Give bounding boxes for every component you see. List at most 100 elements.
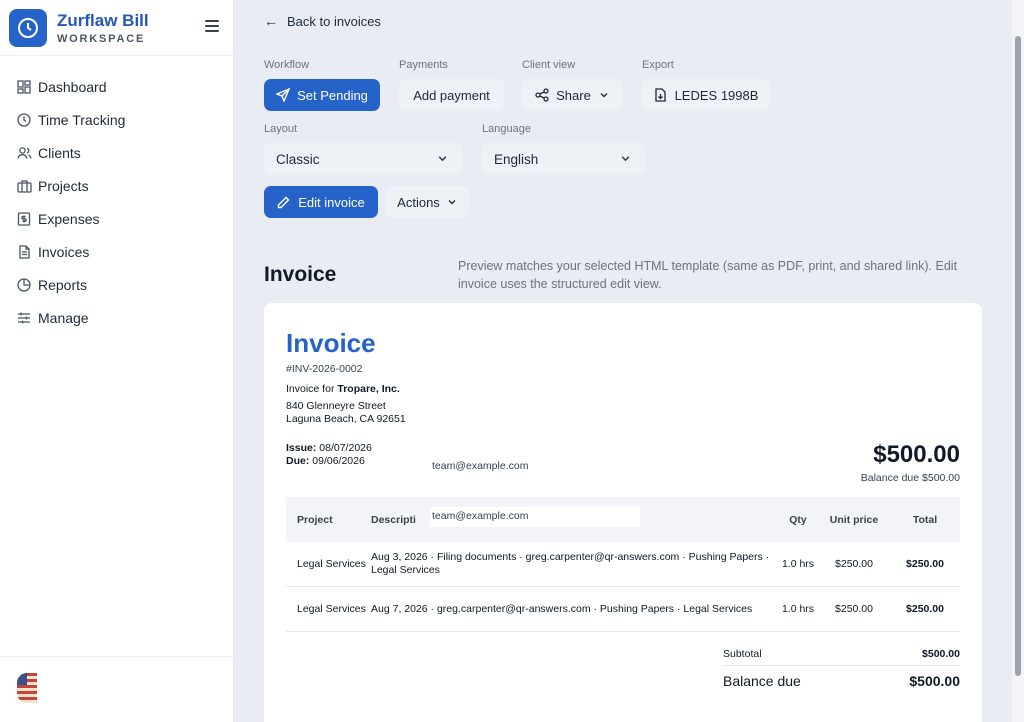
share-icon [535, 88, 549, 102]
row-unit-price: $250.00 [835, 602, 873, 615]
team-email: team@example.com [432, 460, 529, 472]
sidebar-item-manage[interactable]: Manage [0, 301, 233, 334]
column-total: Total [912, 513, 938, 526]
address-line-1: 840 Glenneyre Street [286, 400, 386, 412]
sidebar-item-invoices[interactable]: Invoices [0, 235, 233, 268]
share-label: Share [556, 87, 591, 103]
brand-header: Zurflaw Bill WORKSPACE [0, 0, 233, 56]
table-row: Legal Services Aug 7, 2026 · greg.carpen… [286, 587, 960, 632]
balance-due-summary: Balance due $500.00 [860, 472, 960, 484]
chevron-down-icon [600, 93, 608, 98]
sliders-icon [16, 310, 32, 326]
layout-select[interactable]: Classic [264, 143, 462, 175]
back-label: Back to invoices [287, 13, 381, 29]
payments-label: Payments [399, 59, 448, 71]
client-address: 840 Glenneyre Street Laguna Beach, CA 92… [286, 400, 406, 426]
invoice-number: #INV-2026-0002 [286, 363, 363, 375]
row-description: Aug 3, 2026 · Filing documents · greg.ca… [371, 551, 770, 576]
sidebar-item-clients[interactable]: Clients [0, 136, 233, 169]
column-project: Project [297, 513, 333, 526]
scrollbar-thumb[interactable] [1015, 36, 1021, 676]
row-qty: 1.0 hrs [781, 557, 815, 570]
sidebar-item-label: Expenses [38, 210, 100, 227]
sidebar-item-expenses[interactable]: Expenses [0, 202, 233, 235]
table-row: Legal Services Aug 3, 2026 · Filing docu… [286, 542, 960, 587]
us-flag-icon[interactable] [17, 673, 37, 703]
sidebar-item-label: Reports [38, 276, 88, 293]
chevron-down-icon [621, 156, 630, 162]
sidebar-item-reports[interactable]: Reports [0, 268, 233, 301]
row-description: Aug 7, 2026 · greg.carpenter@qr-answers.… [371, 602, 753, 615]
set-pending-label: Set Pending [297, 87, 368, 103]
chevron-down-icon [448, 200, 456, 205]
invoice-dates: Issue: 08/07/2026 Due: 09/06/2026 [286, 442, 372, 468]
brand-name: Zurflaw Bill [57, 10, 149, 30]
subtotal-row: Subtotal $500.00 [723, 642, 960, 666]
grid-icon [16, 79, 32, 95]
clock-icon [16, 112, 32, 128]
ledes-export-button[interactable]: LEDES 1998B [642, 79, 770, 111]
edit-invoice-button[interactable]: Edit invoice [264, 186, 378, 218]
preview-note: Preview matches your selected HTML templ… [458, 259, 958, 291]
brand-subtitle: WORKSPACE [57, 32, 146, 45]
language-select[interactable]: English [482, 143, 645, 175]
invoice-heading: Invoice [286, 328, 376, 358]
clock-logo-icon[interactable] [9, 8, 47, 47]
table-header: Project Descripti Qty Unit price Total t… [286, 497, 960, 542]
sidebar: Zurflaw Bill WORKSPACE Dashboard Time Tr… [0, 0, 234, 722]
balance-due-value: $500.00 [909, 673, 960, 689]
row-unit-price: $250.00 [835, 557, 873, 570]
invoice-totals: Subtotal $500.00 Balance due $500.00 [723, 642, 960, 696]
sidebar-item-label: Time Tracking [38, 111, 126, 128]
client-view-label: Client view [522, 59, 576, 71]
row-qty: 1.0 hrs [781, 602, 815, 615]
edit-invoice-label: Edit invoice [298, 194, 365, 210]
actions-dropdown[interactable]: Actions [385, 186, 469, 218]
invoice-recipient: Invoice for Tropare, Inc. [286, 383, 400, 395]
language-label: Language [482, 123, 531, 135]
sidebar-nav: Dashboard Time Tracking Clients Projects… [0, 56, 233, 334]
export-label: Export [642, 59, 674, 71]
pie-icon [16, 277, 32, 293]
chevron-down-icon [438, 156, 447, 162]
add-payment-button[interactable]: Add payment [399, 79, 504, 111]
column-unit-price: Unit price [829, 513, 879, 526]
balance-due-label: Balance due [723, 673, 801, 689]
layout-value: Classic [276, 151, 320, 167]
sidebar-item-dashboard[interactable]: Dashboard [0, 70, 233, 103]
balance-due-row: Balance due $500.00 [723, 666, 960, 696]
sidebar-item-label: Invoices [38, 243, 90, 260]
line-items-table: Project Descripti Qty Unit price Total t… [286, 497, 960, 632]
sidebar-item-label: Clients [38, 144, 81, 161]
row-project: Legal Services [297, 602, 366, 615]
actions-label: Actions [397, 194, 440, 210]
share-button[interactable]: Share [522, 79, 622, 111]
due-date: 09/06/2026 [312, 455, 365, 467]
back-to-invoices-link[interactable]: ← Back to invoices [264, 13, 381, 29]
sidebar-item-time-tracking[interactable]: Time Tracking [0, 103, 233, 136]
hamburger-menu-icon[interactable] [205, 20, 219, 32]
invoice-amount: $500.00 [873, 441, 960, 468]
file-download-icon [654, 88, 666, 102]
layout-label: Layout [264, 123, 298, 135]
team-email-overlay: team@example.com [430, 507, 640, 527]
invoice-preview-card: Invoice #INV-2026-0002 Invoice for Tropa… [264, 303, 982, 722]
send-icon [276, 88, 291, 102]
address-line-2: Laguna Beach, CA 92651 [286, 413, 406, 425]
sidebar-footer [0, 656, 233, 722]
vertical-scrollbar[interactable] [1012, 0, 1024, 722]
set-pending-button[interactable]: Set Pending [264, 79, 380, 111]
language-value: English [494, 151, 539, 167]
issue-label: Issue: [286, 442, 317, 454]
invoice-for-prefix: Invoice for [286, 383, 338, 395]
row-total: $250.00 [906, 557, 944, 570]
main-content: ← Back to invoices Workflow Set Pending … [234, 0, 1012, 722]
sidebar-item-projects[interactable]: Projects [0, 169, 233, 202]
issue-date: 08/07/2026 [319, 442, 372, 454]
subtotal-label: Subtotal [723, 647, 762, 660]
pencil-icon [278, 196, 290, 208]
sidebar-item-label: Dashboard [38, 78, 107, 95]
client-name: Tropare, Inc. [337, 383, 400, 395]
row-total: $250.00 [906, 602, 944, 615]
page-title: Invoice [264, 263, 337, 286]
